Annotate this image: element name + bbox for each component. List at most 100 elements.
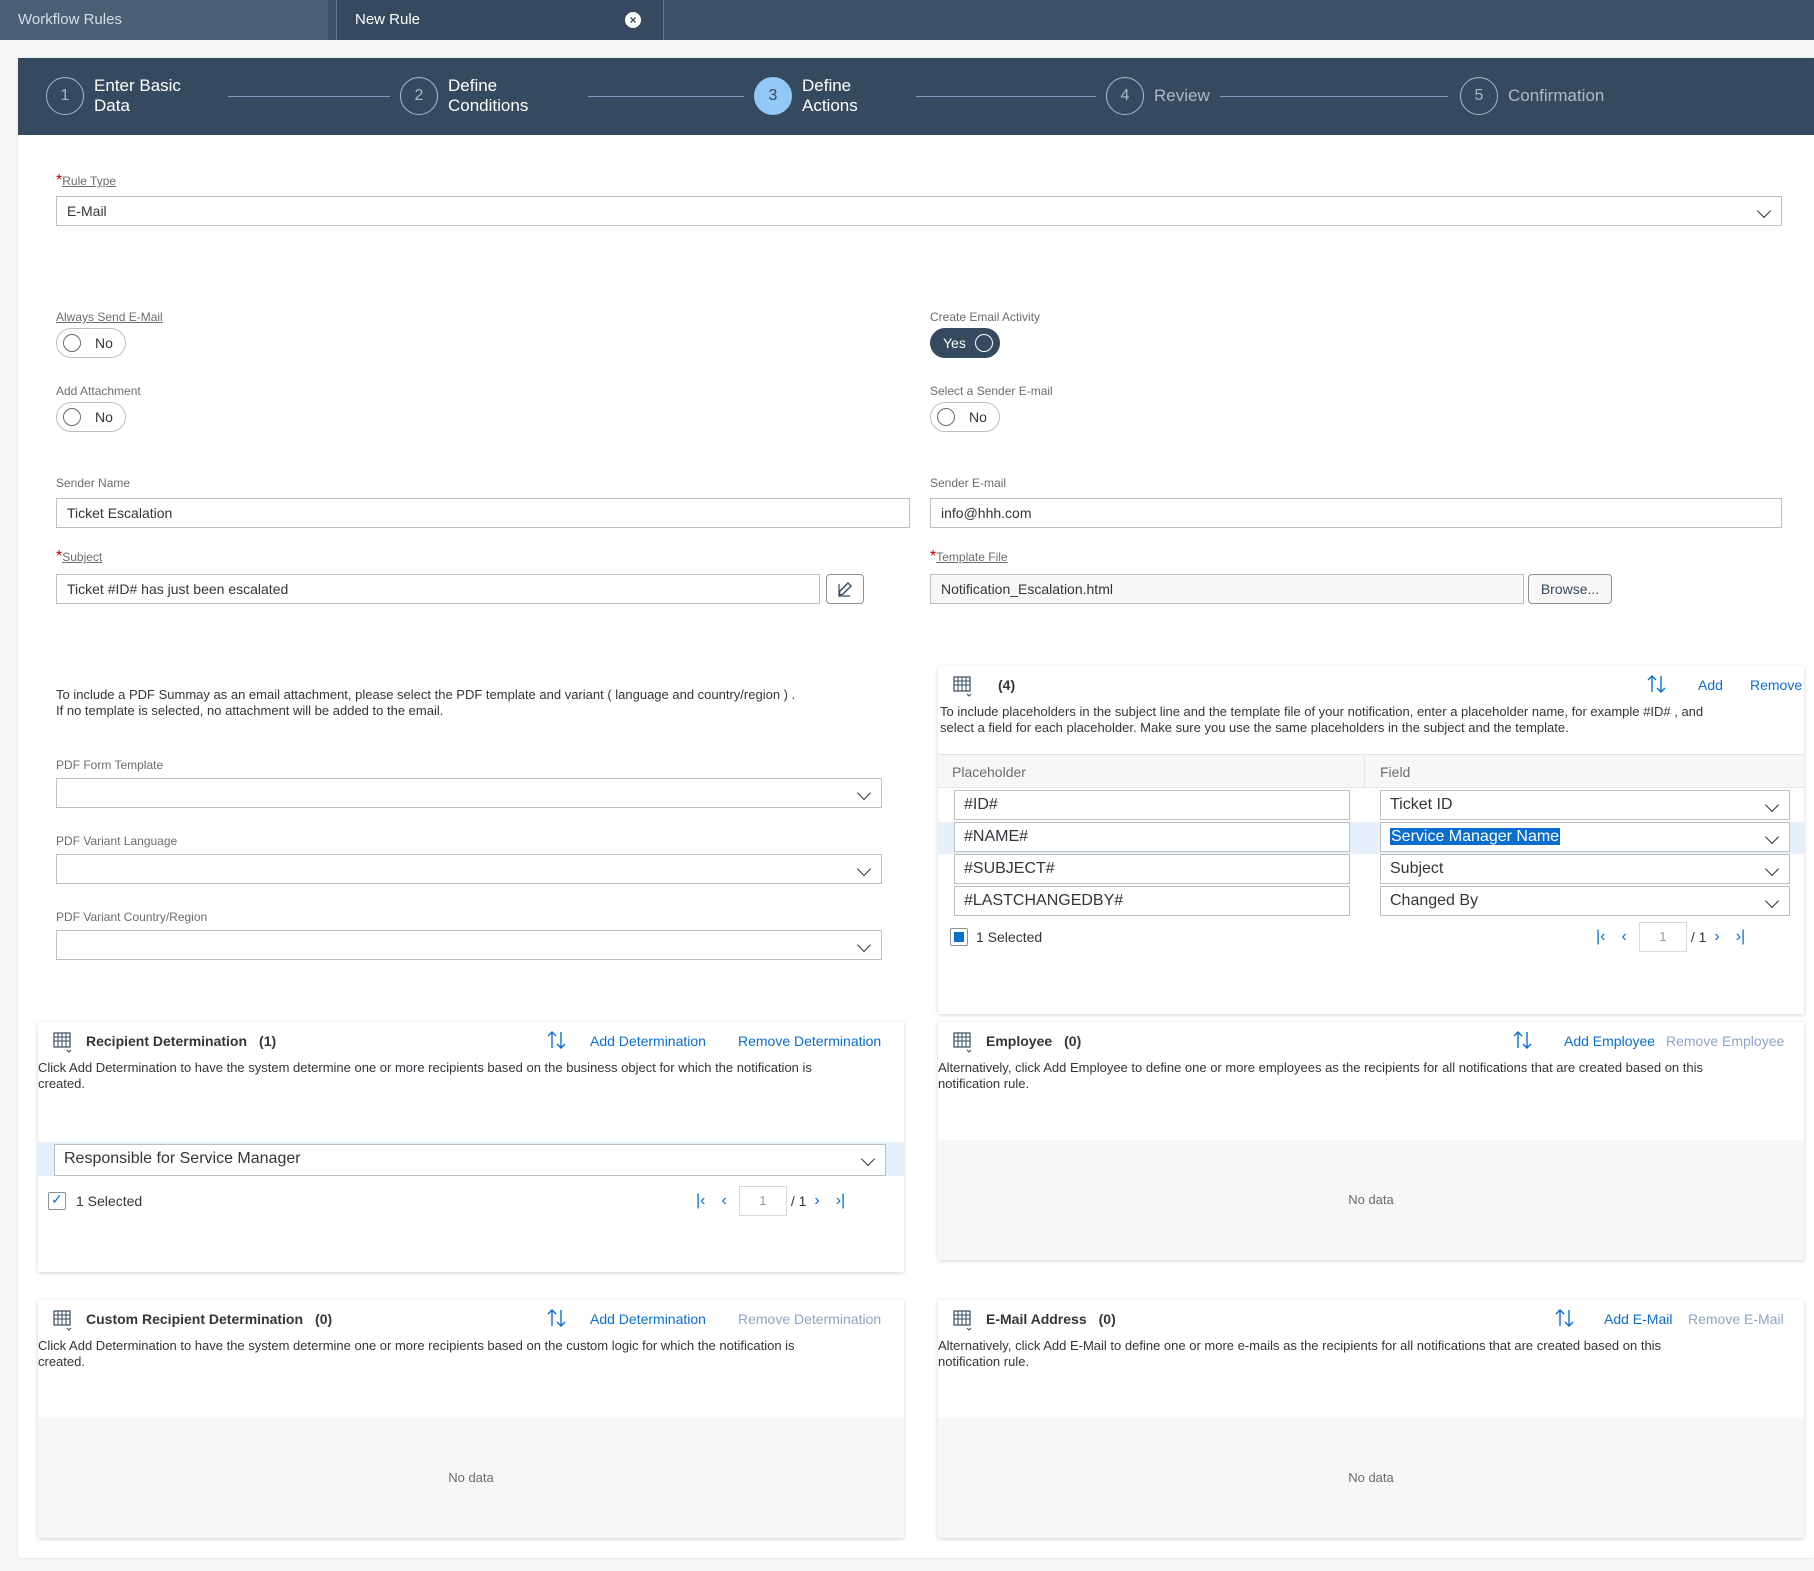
- page-total: / 1: [1690, 929, 1707, 945]
- add-employee-button[interactable]: Add Employee: [1564, 1033, 1655, 1049]
- switch-text: Yes: [943, 335, 966, 351]
- sort-icon[interactable]: [1646, 674, 1668, 694]
- panel-title: Recipient Determination (1): [86, 1033, 277, 1049]
- edit-subject-button[interactable]: [826, 574, 864, 604]
- chevron-down-icon: [1764, 861, 1780, 877]
- placeholders-desc-line1: To include placeholders in the subject l…: [940, 704, 1704, 719]
- step-label: Actions: [802, 96, 858, 115]
- sort-icon[interactable]: [546, 1308, 568, 1328]
- table-header: [938, 754, 1804, 788]
- step-label: Define: [802, 76, 852, 95]
- selected-count: 1 Selected: [76, 1193, 143, 1209]
- subject-input[interactable]: Ticket #ID# has just been escalated: [56, 574, 820, 604]
- sender-name-input[interactable]: Ticket Escalation: [56, 498, 910, 528]
- determination-value: Responsible for Service Manager: [64, 1150, 301, 1167]
- panel-desc-line2: notification rule.: [938, 1076, 1030, 1091]
- placeholder-input[interactable]: #ID#: [954, 790, 1350, 820]
- page-input[interactable]: 1: [1638, 922, 1687, 952]
- field-select[interactable]: Service Manager Name: [1380, 822, 1790, 852]
- wizard-step-3[interactable]: 3 Define Actions: [754, 76, 858, 116]
- step-label: Confirmation: [1508, 86, 1605, 105]
- sender-email-label: Sender E-mail: [930, 476, 1007, 490]
- col-field: Field: [1380, 764, 1411, 780]
- field-select[interactable]: Ticket ID: [1380, 790, 1790, 820]
- pdf-note-line2: If no template is selected, no attachmen…: [56, 703, 444, 718]
- chevron-down-icon: [1764, 829, 1780, 845]
- switch-text: No: [95, 409, 113, 425]
- template-file-label: *Template File: [930, 548, 1008, 565]
- placeholder-input[interactable]: #SUBJECT#: [954, 854, 1350, 884]
- last-page-icon[interactable]: ›|: [1736, 928, 1745, 946]
- pdf-variant-country-label: PDF Variant Country/Region: [56, 910, 208, 924]
- email-address-panel: E-Mail Address (0) Add E-Mail Remove E-Ma…: [938, 1300, 1804, 1538]
- template-file-input[interactable]: Notification_Escalation.html: [930, 574, 1524, 604]
- determination-select[interactable]: Responsible for Service Manager: [54, 1144, 886, 1176]
- chevron-down-icon: [1756, 203, 1772, 219]
- last-page-icon[interactable]: ›|: [836, 1192, 845, 1210]
- add-determination-button[interactable]: Add Determination: [590, 1311, 706, 1327]
- add-placeholder-button[interactable]: Add: [1698, 677, 1723, 693]
- select-all-checkbox[interactable]: [950, 928, 968, 946]
- switch-knob: [63, 408, 81, 426]
- field-select[interactable]: Subject: [1380, 854, 1790, 884]
- page-input[interactable]: 1: [738, 1186, 787, 1216]
- step-label: Enter Basic: [94, 76, 181, 95]
- sender-name-value: Ticket Escalation: [67, 505, 173, 521]
- always-send-label: Always Send E-Mail: [56, 310, 163, 324]
- select-all-checkbox[interactable]: ✓: [48, 1191, 66, 1210]
- page-total: / 1: [790, 1193, 807, 1209]
- prev-page-icon[interactable]: ‹: [721, 1192, 726, 1210]
- panel-desc-line2: created.: [38, 1354, 85, 1369]
- page-card: 1 Enter Basic Data 2 Define Conditions 3 D…: [18, 58, 1814, 1558]
- field-value: Service Manager Name: [1390, 828, 1561, 845]
- placeholder-input[interactable]: #LASTCHANGEDBY#: [954, 886, 1350, 916]
- prev-page-icon[interactable]: ‹: [1621, 928, 1626, 946]
- add-attachment-switch[interactable]: No: [56, 402, 126, 432]
- table-icon: [53, 1310, 72, 1331]
- switch-knob: [975, 334, 993, 352]
- add-determination-button[interactable]: Add Determination: [590, 1033, 706, 1049]
- wizard-progress: 1 Enter Basic Data 2 Define Conditions 3 D…: [18, 58, 1814, 135]
- table-icon: [953, 676, 972, 697]
- tab-new-rule[interactable]: New Rule ×: [336, 0, 664, 40]
- wizard-step-5[interactable]: 5 Confirmation: [1460, 76, 1604, 116]
- no-data-text: No data: [1348, 1192, 1394, 1207]
- pdf-form-template-select[interactable]: [56, 778, 882, 808]
- panel-title: Employee (0): [986, 1033, 1082, 1049]
- sender-email-input[interactable]: info@hhh.com: [930, 498, 1782, 528]
- step-connector: [1220, 96, 1448, 97]
- table-icon: [53, 1032, 72, 1053]
- wizard-step-1[interactable]: 1 Enter Basic Data: [46, 76, 181, 116]
- create-activity-switch[interactable]: Yes: [930, 328, 1000, 358]
- browse-button[interactable]: Browse...: [1528, 574, 1612, 604]
- add-email-button[interactable]: Add E-Mail: [1604, 1311, 1672, 1327]
- rule-type-select[interactable]: E-Mail: [56, 196, 1782, 226]
- next-page-icon[interactable]: ›: [1714, 928, 1719, 946]
- step-number: 5: [1460, 77, 1498, 115]
- close-icon[interactable]: ×: [625, 12, 641, 28]
- remove-employee-button: Remove Employee: [1666, 1033, 1785, 1049]
- wizard-step-2[interactable]: 2 Define Conditions: [400, 76, 528, 116]
- first-page-icon[interactable]: |‹: [1596, 928, 1605, 946]
- sort-icon[interactable]: [1554, 1308, 1576, 1328]
- select-sender-label: Select a Sender E-mail: [930, 384, 1053, 398]
- tab-workflow-rules[interactable]: Workflow Rules: [0, 0, 328, 40]
- employee-panel: Employee (0) Add Employee Remove Employee…: [938, 1022, 1804, 1260]
- remove-determination-button[interactable]: Remove Determination: [738, 1033, 881, 1049]
- next-page-icon[interactable]: ›: [814, 1192, 819, 1210]
- sort-icon[interactable]: [1512, 1030, 1534, 1050]
- wizard-step-4[interactable]: 4 Review: [1106, 76, 1210, 116]
- remove-email-button: Remove E-Mail: [1688, 1311, 1784, 1327]
- select-sender-switch[interactable]: No: [930, 402, 1000, 432]
- sender-email-value: info@hhh.com: [941, 505, 1032, 521]
- always-send-switch[interactable]: No: [56, 328, 126, 358]
- field-value: Changed By: [1390, 892, 1479, 909]
- placeholder-input[interactable]: #NAME#: [954, 822, 1350, 852]
- sort-icon[interactable]: [546, 1030, 568, 1050]
- chevron-down-icon: [1764, 797, 1780, 813]
- field-select[interactable]: Changed By: [1380, 886, 1790, 916]
- first-page-icon[interactable]: |‹: [696, 1192, 705, 1210]
- pdf-variant-country-select[interactable]: [56, 930, 882, 960]
- pdf-variant-language-select[interactable]: [56, 854, 882, 884]
- remove-placeholder-button[interactable]: Remove: [1750, 677, 1802, 693]
